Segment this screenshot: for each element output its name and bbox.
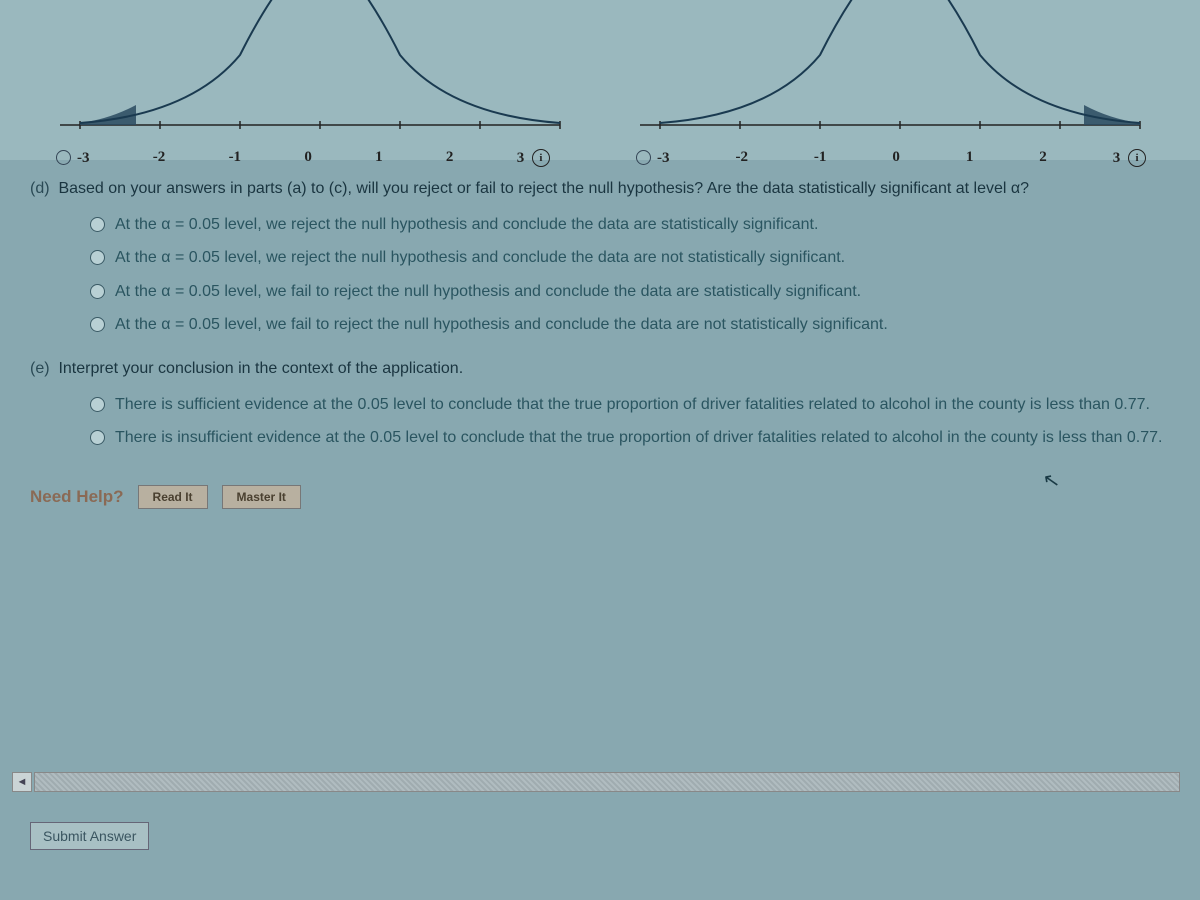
tick-label: -2 bbox=[735, 149, 748, 167]
radio-icon[interactable] bbox=[90, 284, 105, 299]
screen: -3 -2 -1 0 1 2 3 i bbox=[0, 0, 1200, 900]
option-d-2[interactable]: At the α = 0.05 level, we reject the nul… bbox=[30, 241, 1170, 275]
radio-icon[interactable] bbox=[90, 250, 105, 265]
chart-right-radio[interactable] bbox=[636, 150, 651, 165]
question-d: (d) Based on your answers in parts (a) t… bbox=[0, 160, 1200, 352]
tick-label: 2 bbox=[1039, 149, 1047, 167]
tick-label: 1 bbox=[966, 149, 974, 167]
tick-label: 3 bbox=[1113, 150, 1121, 167]
tick-label: -1 bbox=[229, 149, 242, 167]
option-text: At the α = 0.05 level, we reject the nul… bbox=[115, 245, 1170, 271]
option-e-2[interactable]: There is insufficient evidence at the 0.… bbox=[30, 421, 1170, 455]
question-e: (e) Interpret your conclusion in the con… bbox=[0, 352, 1200, 465]
option-d-4[interactable]: At the α = 0.05 level, we fail to reject… bbox=[30, 308, 1170, 342]
normal-curve-svg-left bbox=[40, 0, 580, 150]
tick-label: 0 bbox=[892, 149, 900, 167]
tick-label: 1 bbox=[375, 149, 383, 167]
option-text: At the α = 0.05 level, we reject the nul… bbox=[115, 212, 1170, 238]
question-e-prompt: Interpret your conclusion in the context… bbox=[58, 360, 463, 377]
normal-curve-left[interactable]: -3 -2 -1 0 1 2 3 i bbox=[40, 0, 580, 150]
question-e-label: (e) bbox=[30, 360, 50, 377]
help-row: Need Help? Read It Master It bbox=[0, 465, 1200, 539]
tick-label: 3 bbox=[517, 150, 525, 167]
need-help-label: Need Help? bbox=[30, 487, 124, 507]
radio-icon[interactable] bbox=[90, 217, 105, 232]
scroll-track[interactable] bbox=[34, 772, 1180, 792]
tick-label: 0 bbox=[304, 149, 312, 167]
tick-label: -3 bbox=[657, 150, 670, 167]
info-icon[interactable]: i bbox=[532, 149, 550, 167]
option-text: There is insufficient evidence at the 0.… bbox=[115, 425, 1170, 451]
option-text: At the α = 0.05 level, we fail to reject… bbox=[115, 279, 1170, 305]
question-d-prompt: Based on your answers in parts (a) to (c… bbox=[58, 180, 1029, 197]
radio-icon[interactable] bbox=[90, 397, 105, 412]
charts-row: -3 -2 -1 0 1 2 3 i bbox=[0, 0, 1200, 160]
option-d-3[interactable]: At the α = 0.05 level, we fail to reject… bbox=[30, 275, 1170, 309]
chart-left-radio[interactable] bbox=[56, 150, 71, 165]
submit-answer-button[interactable]: Submit Answer bbox=[30, 822, 149, 850]
tick-label: -1 bbox=[814, 149, 827, 167]
option-text: At the α = 0.05 level, we fail to reject… bbox=[115, 312, 1170, 338]
tick-label: 2 bbox=[446, 149, 454, 167]
tick-label: -2 bbox=[153, 149, 166, 167]
master-it-button[interactable]: Master It bbox=[222, 485, 301, 509]
option-d-1[interactable]: At the α = 0.05 level, we reject the nul… bbox=[30, 208, 1170, 242]
tick-label: -3 bbox=[77, 150, 90, 167]
info-icon[interactable]: i bbox=[1128, 149, 1146, 167]
normal-curve-svg-right bbox=[620, 0, 1160, 150]
scroll-left-button[interactable]: ◄ bbox=[12, 772, 32, 792]
option-e-1[interactable]: There is sufficient evidence at the 0.05… bbox=[30, 388, 1170, 422]
normal-curve-right[interactable]: -3 -2 -1 0 1 2 3 i bbox=[620, 0, 1160, 150]
question-d-label: (d) bbox=[30, 180, 50, 197]
radio-icon[interactable] bbox=[90, 430, 105, 445]
option-text: There is sufficient evidence at the 0.05… bbox=[115, 392, 1170, 418]
radio-icon[interactable] bbox=[90, 317, 105, 332]
read-it-button[interactable]: Read It bbox=[138, 485, 208, 509]
